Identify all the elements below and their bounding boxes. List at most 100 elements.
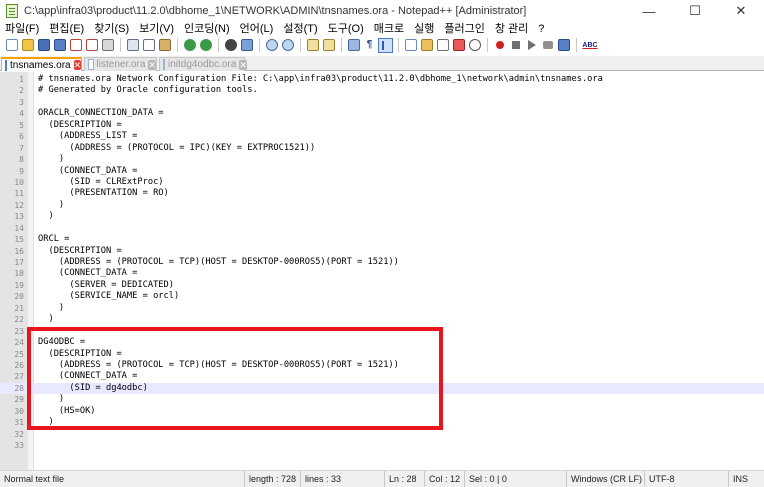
editor-line[interactable]: 24 DG4ODBC = [0,337,764,348]
cut-icon[interactable] [125,38,140,53]
play-multiple-icon[interactable] [540,38,555,53]
editor-line[interactable]: 11 (PRESENTATION = RO) [0,188,764,199]
menu-search[interactable]: 찾기(S) [89,22,134,36]
doc-map-icon[interactable] [419,38,434,53]
save-macro-icon[interactable] [556,38,571,53]
editor-line[interactable]: 8 ) [0,154,764,165]
editor-line[interactable]: 16 (DESCRIPTION = [0,246,764,257]
editor-line[interactable]: 5 (DESCRIPTION = [0,120,764,131]
show-all-chars-icon[interactable]: ¶ [362,38,377,53]
undo-icon[interactable] [182,38,197,53]
tab-initdg4odbc[interactable]: initdg4odbc.ora ✕ [159,57,247,71]
toolbar-separator [398,38,399,52]
menu-language[interactable]: 언어(L) [235,22,279,36]
editor-line[interactable]: 10 (SID = CLRExtProc) [0,177,764,188]
menu-macro[interactable]: 매크로 [369,22,409,36]
save-all-icon[interactable] [52,38,67,53]
editor-line[interactable]: 23 [0,326,764,337]
editor-line[interactable]: 4 ORACLR_CONNECTION_DATA = [0,108,764,119]
status-file-type: Normal text file [4,474,65,484]
minimize-button[interactable]: — [626,0,672,22]
editor-line[interactable]: 31 ) [0,417,764,428]
sync-horizontal-icon[interactable] [321,38,336,53]
editor-line[interactable]: 18 (CONNECT_DATA = [0,268,764,279]
line-text: (HS=OK) [38,405,96,416]
menu-plugins[interactable]: 플러그인 [439,22,489,36]
text-editor[interactable]: 1 # tnsnames.ora Network Configuration Fi… [0,72,764,470]
editor-line[interactable]: 9 (CONNECT_DATA = [0,166,764,177]
spell-check-icon[interactable]: ABC [581,38,599,53]
editor-line[interactable]: 14 [0,223,764,234]
zoom-out-icon[interactable] [280,38,295,53]
close-all-icon[interactable] [84,38,99,53]
editor-line[interactable]: 26 (ADDRESS = (PROTOCOL = TCP)(HOST = DE… [0,360,764,371]
stop-macro-icon[interactable] [508,38,523,53]
print-icon[interactable] [100,38,115,53]
menu-edit[interactable]: 편집(E) [44,22,89,36]
editor-line[interactable]: 27 (CONNECT_DATA = [0,371,764,382]
close-icon[interactable] [68,38,83,53]
paste-icon[interactable] [157,38,172,53]
find-icon[interactable] [223,38,238,53]
editor-line[interactable]: 15 ORCL = [0,234,764,245]
line-number: 25 [14,349,24,359]
window-title: C:\app\infra03\product\11.2.0\dbhome_1\N… [24,5,527,17]
maximize-button[interactable]: ☐ [672,0,718,22]
editor-line[interactable]: 28 (SID = dg4odbc) [0,382,764,395]
tab-listener[interactable]: listener.ora ✕ [84,57,157,71]
line-number: 6 [19,132,24,142]
indent-guide-icon[interactable] [378,37,393,53]
close-window-button[interactable]: ✕ [718,0,764,22]
status-insert-mode: INS [728,471,764,487]
line-text: DG4ODBC = [38,337,86,348]
editor-line[interactable]: 21 ) [0,303,764,314]
tab-tnsnames[interactable]: tnsnames.ora ✕ [1,57,82,71]
menu-file[interactable]: 파일(F) [0,22,44,36]
editor-line[interactable]: 20 (SERVICE_NAME = orcl) [0,291,764,302]
editor-line[interactable]: 3 [0,97,764,108]
editor-line[interactable]: 29 ) [0,394,764,405]
sync-vertical-icon[interactable] [305,38,320,53]
menu-help[interactable]: ? [533,22,549,36]
editor-line[interactable]: 1 # tnsnames.ora Network Configuration Fi… [0,74,764,85]
redo-icon[interactable] [198,38,213,53]
editor-line[interactable]: 22 ) [0,314,764,325]
define-language-icon[interactable] [403,38,418,53]
menu-window[interactable]: 창 관리 [490,22,533,36]
new-file-icon[interactable] [4,38,19,53]
editor-line[interactable]: 25 (DESCRIPTION = [0,349,764,360]
copy-icon[interactable] [141,38,156,53]
editor-line[interactable]: 13 ) [0,211,764,222]
zoom-in-icon[interactable] [264,38,279,53]
menu-view[interactable]: 보기(V) [134,22,179,36]
editor-line[interactable]: 33 [0,440,764,451]
editor-line[interactable]: 12 ) [0,200,764,211]
open-file-icon[interactable] [20,38,35,53]
line-number: 23 [14,326,24,336]
record-macro-icon[interactable] [492,38,507,53]
editor-line[interactable]: 7 (ADDRESS = (PROTOCOL = IPC)(KEY = EXTP… [0,143,764,154]
monitoring-icon[interactable] [467,38,482,53]
word-wrap-icon[interactable] [346,38,361,53]
editor-line[interactable]: 19 (SERVER = DEDICATED) [0,280,764,291]
function-list-icon[interactable] [435,38,450,53]
editor-line[interactable]: 17 (ADDRESS = (PROTOCOL = TCP)(HOST = DE… [0,257,764,268]
editor-line[interactable]: 30 (HS=OK) [0,406,764,417]
menu-run[interactable]: 실행 [409,22,439,36]
close-tab-icon[interactable]: ✕ [73,60,82,70]
editor-line[interactable]: 32 [0,429,764,440]
line-text: ) [38,314,54,325]
menu-encoding[interactable]: 인코딩(N) [179,22,235,36]
close-tab-icon[interactable]: ✕ [239,59,247,70]
line-number: 20 [14,292,24,302]
editor-line[interactable]: 2 # Generated by Oracle configuration too… [0,85,764,96]
save-icon[interactable] [36,38,51,53]
menu-settings[interactable]: 설정(T) [278,22,322,36]
folder-workspace-icon[interactable] [451,38,466,53]
play-macro-icon[interactable] [524,38,539,53]
replace-icon[interactable] [239,38,254,53]
editor-line[interactable]: 6 (ADDRESS_LIST = [0,131,764,142]
menu-tools[interactable]: 도구(O) [323,22,369,36]
close-tab-icon[interactable]: ✕ [148,59,156,70]
line-number: 31 [14,418,24,428]
